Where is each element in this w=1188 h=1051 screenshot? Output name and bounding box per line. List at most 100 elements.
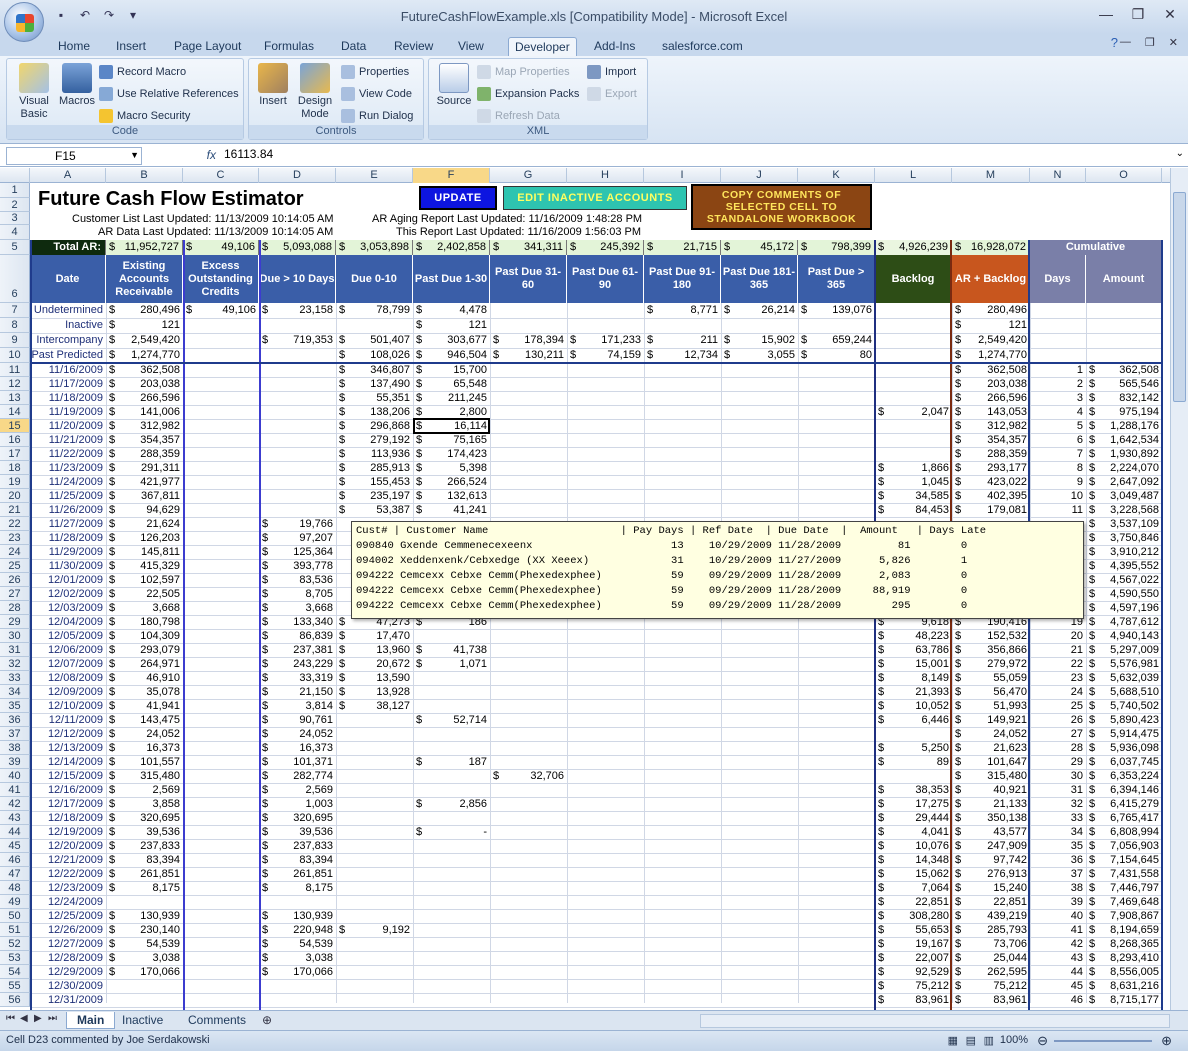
row-header-37[interactable]: 37	[0, 727, 30, 741]
row-header-5[interactable]: 5	[0, 240, 30, 255]
formula-input[interactable]: 16113.84	[224, 147, 273, 161]
row-header-39[interactable]: 39	[0, 755, 30, 769]
last-sheet-icon[interactable]: ⏭	[48, 1013, 57, 1024]
row-header-56[interactable]: 56	[0, 993, 30, 1007]
new-sheet-icon[interactable]: ⊕	[262, 1013, 272, 1027]
vertical-scrollbar[interactable]	[1170, 168, 1188, 1010]
active-cell[interactable]	[413, 418, 490, 434]
column-header-o[interactable]: O	[1086, 168, 1162, 183]
page-layout-view-icon[interactable]: ▤	[966, 1034, 976, 1047]
prev-sheet-icon[interactable]: ◀	[20, 1013, 28, 1024]
view-code-button[interactable]: View Code	[341, 87, 412, 101]
update-button[interactable]: UPDATE	[419, 186, 497, 210]
zoom-out-icon[interactable]: ⊖	[1037, 1033, 1048, 1049]
column-header-j[interactable]: J	[721, 168, 798, 183]
row-header-9[interactable]: 9	[0, 333, 30, 348]
row-header-45[interactable]: 45	[0, 839, 30, 853]
row-header-51[interactable]: 51	[0, 923, 30, 937]
column-header-c[interactable]: C	[183, 168, 259, 183]
design-mode-button[interactable]: Design Mode	[293, 63, 337, 121]
row-header-28[interactable]: 28	[0, 601, 30, 615]
row-header-7[interactable]: 7	[0, 303, 30, 318]
select-all-corner[interactable]	[0, 168, 30, 183]
row-header-4[interactable]: 4	[0, 225, 30, 240]
row-header-17[interactable]: 17	[0, 447, 30, 461]
row-header-19[interactable]: 19	[0, 475, 30, 489]
column-header-f[interactable]: F	[413, 168, 490, 183]
row-header-49[interactable]: 49	[0, 895, 30, 909]
column-header-h[interactable]: H	[567, 168, 644, 183]
row-header-14[interactable]: 14	[0, 405, 30, 419]
tab-view[interactable]: View	[452, 37, 490, 56]
row-header-3[interactable]: 3	[0, 212, 30, 225]
row-header-12[interactable]: 12	[0, 377, 30, 391]
tab-insert[interactable]: Insert	[110, 37, 152, 56]
column-header-d[interactable]: D	[259, 168, 336, 183]
tab-data[interactable]: Data	[335, 37, 372, 56]
column-header-l[interactable]: L	[875, 168, 952, 183]
row-header-35[interactable]: 35	[0, 699, 30, 713]
tab-developer[interactable]: Developer	[508, 37, 577, 56]
row-header-22[interactable]: 22	[0, 517, 30, 531]
row-header-6[interactable]: 6	[0, 255, 30, 303]
column-header-m[interactable]: M	[952, 168, 1030, 183]
row-header-38[interactable]: 38	[0, 741, 30, 755]
help-icon[interactable]: ?	[1111, 35, 1118, 50]
zoom-level[interactable]: 100%	[1000, 1034, 1028, 1046]
name-box[interactable]: F15 ▼	[6, 147, 142, 165]
map-properties-button[interactable]: Map Properties	[477, 65, 570, 79]
row-header-26[interactable]: 26	[0, 573, 30, 587]
macro-security-button[interactable]: Macro Security	[99, 109, 190, 123]
row-header-36[interactable]: 36	[0, 713, 30, 727]
column-header-e[interactable]: E	[336, 168, 413, 183]
row-header-20[interactable]: 20	[0, 489, 30, 503]
row-header-41[interactable]: 41	[0, 783, 30, 797]
horizontal-scrollbar[interactable]	[700, 1014, 1170, 1028]
sheet-tab-comments[interactable]: Comments	[178, 1012, 256, 1029]
copy-comments-button[interactable]: COPY COMMENTS OF SELECTED CELL TO STANDA…	[691, 184, 872, 230]
row-header-23[interactable]: 23	[0, 531, 30, 545]
row-header-48[interactable]: 48	[0, 881, 30, 895]
doc-minimize-icon[interactable]: —	[1120, 36, 1131, 49]
row-header-29[interactable]: 29	[0, 615, 30, 629]
row-header-11[interactable]: 11	[0, 363, 30, 377]
sheet-tab-inactive[interactable]: Inactive	[112, 1012, 173, 1029]
row-header-13[interactable]: 13	[0, 391, 30, 405]
scroll-thumb[interactable]	[1173, 192, 1186, 402]
source-button[interactable]: Source	[433, 63, 475, 108]
tab-page-layout[interactable]: Page Layout	[168, 37, 247, 56]
close-icon[interactable]: ✕	[1158, 6, 1182, 23]
row-header-1[interactable]: 1	[0, 183, 30, 198]
row-header-47[interactable]: 47	[0, 867, 30, 881]
minimize-icon[interactable]: —	[1094, 6, 1118, 23]
import-button[interactable]: Import	[587, 65, 636, 79]
row-header-2[interactable]: 2	[0, 198, 30, 212]
macros-button[interactable]: Macros	[57, 63, 97, 108]
run-dialog-button[interactable]: Run Dialog	[341, 109, 413, 123]
column-header-k[interactable]: K	[798, 168, 875, 183]
restore-icon[interactable]: ❐	[1126, 6, 1150, 23]
tab-review[interactable]: Review	[388, 37, 439, 56]
refresh-data-button[interactable]: Refresh Data	[477, 109, 560, 123]
first-sheet-icon[interactable]: ⏮	[6, 1013, 15, 1024]
tab-formulas[interactable]: Formulas	[258, 37, 320, 56]
row-header-21[interactable]: 21	[0, 503, 30, 517]
row-header-44[interactable]: 44	[0, 825, 30, 839]
column-header-i[interactable]: I	[644, 168, 721, 183]
column-header-n[interactable]: N	[1030, 168, 1086, 183]
row-header-33[interactable]: 33	[0, 671, 30, 685]
expand-formula-icon[interactable]: ⌄	[1176, 148, 1184, 159]
row-header-16[interactable]: 16	[0, 433, 30, 447]
next-sheet-icon[interactable]: ▶	[34, 1013, 42, 1024]
row-header-31[interactable]: 31	[0, 643, 30, 657]
row-header-43[interactable]: 43	[0, 811, 30, 825]
row-header-54[interactable]: 54	[0, 965, 30, 979]
row-header-24[interactable]: 24	[0, 545, 30, 559]
column-header-g[interactable]: G	[490, 168, 567, 183]
insert-function-icon[interactable]: fx	[146, 148, 216, 162]
row-header-25[interactable]: 25	[0, 559, 30, 573]
visual-basic-button[interactable]: Visual Basic	[11, 63, 57, 121]
zoom-in-icon[interactable]: ⊕	[1161, 1033, 1172, 1049]
export-button[interactable]: Export	[587, 87, 637, 101]
column-header-b[interactable]: B	[106, 168, 183, 183]
